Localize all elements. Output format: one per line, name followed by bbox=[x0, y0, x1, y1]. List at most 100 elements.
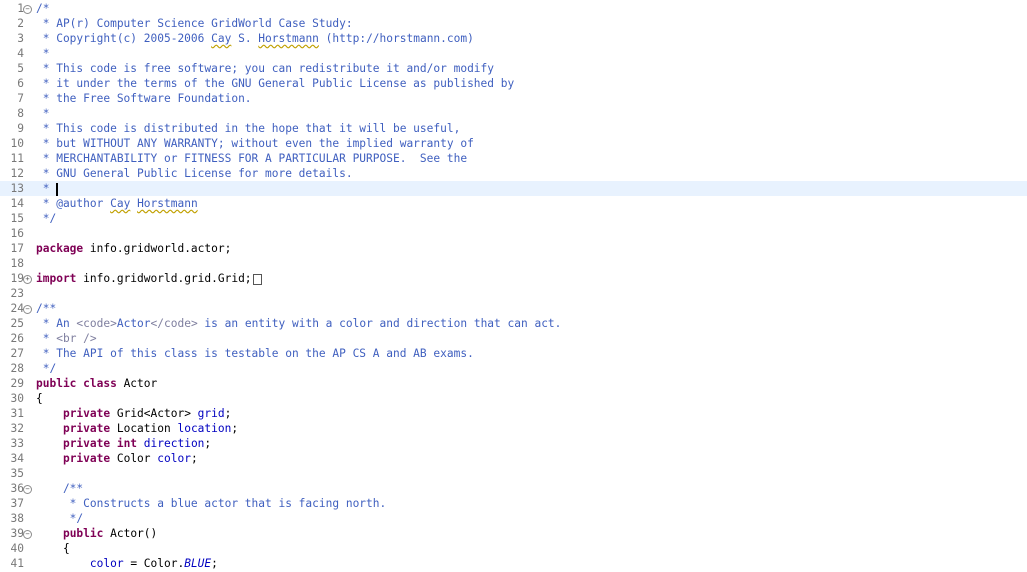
code-line[interactable]: 38 */ bbox=[0, 511, 1027, 526]
code-line[interactable]: 16 bbox=[0, 226, 1027, 241]
code-token: ; bbox=[211, 557, 218, 570]
line-number: 33 bbox=[10, 437, 24, 450]
code-text: /** bbox=[36, 481, 83, 496]
code-line[interactable]: 37 * Constructs a blue actor that is fac… bbox=[0, 496, 1027, 511]
code-line[interactable]: 6 * it under the terms of the GNU Genera… bbox=[0, 76, 1027, 91]
code-text: private Color color; bbox=[36, 451, 198, 466]
code-token: BLUE bbox=[184, 557, 212, 570]
code-token: color bbox=[157, 452, 191, 465]
code-line[interactable]: 18 bbox=[0, 256, 1027, 271]
code-line[interactable]: 36− /** bbox=[0, 481, 1027, 496]
code-line[interactable]: 35 bbox=[0, 466, 1027, 481]
line-number: 6 bbox=[17, 77, 24, 90]
code-line[interactable]: 7 * the Free Software Foundation. bbox=[0, 91, 1027, 106]
code-text: /* bbox=[36, 1, 49, 16]
line-number: 27 bbox=[10, 347, 24, 360]
code-token: /** bbox=[36, 302, 57, 315]
code-line[interactable]: 13 * bbox=[0, 181, 1027, 196]
code-token: </code> bbox=[150, 317, 198, 330]
code-token: color bbox=[89, 557, 124, 570]
code-line[interactable]: 2 * AP(r) Computer Science GridWorld Cas… bbox=[0, 16, 1027, 31]
code-line[interactable]: 19 + import info.gridworld.grid.Grid; bbox=[0, 271, 1027, 286]
code-line[interactable]: 26 * <br /> bbox=[0, 331, 1027, 346]
line-number: 16 bbox=[10, 227, 24, 240]
code-token: grid bbox=[197, 407, 225, 420]
code-token: public bbox=[62, 527, 104, 540]
code-line[interactable]: 4 * bbox=[0, 46, 1027, 61]
code-line[interactable]: 15 */ bbox=[0, 211, 1027, 226]
collapse-fold-icon[interactable]: − bbox=[23, 305, 32, 314]
code-line[interactable]: 11 * MERCHANTABILITY or FITNESS FOR A PA… bbox=[0, 151, 1027, 166]
collapse-fold-icon[interactable]: − bbox=[23, 5, 32, 14]
code-token: /* bbox=[36, 2, 50, 15]
code-line[interactable]: 17 package info.gridworld.actor; bbox=[0, 241, 1027, 256]
code-line[interactable]: 41 color = Color.BLUE; bbox=[0, 556, 1027, 571]
code-line[interactable]: 31 private Grid<Actor> grid; bbox=[0, 406, 1027, 421]
code-token: is an entity with a color and direction … bbox=[197, 317, 562, 330]
code-token: Cay bbox=[110, 197, 131, 210]
code-text: /** bbox=[36, 301, 56, 316]
code-token: Horstmann bbox=[137, 197, 198, 210]
code-line[interactable]: 1−/* bbox=[0, 1, 1027, 16]
code-line[interactable]: 8 * bbox=[0, 106, 1027, 121]
code-line[interactable]: 24−/** bbox=[0, 301, 1027, 316]
code-line[interactable]: 5 * This code is free software; you can … bbox=[0, 61, 1027, 76]
line-number: 39 bbox=[10, 527, 24, 540]
code-line[interactable]: 30 { bbox=[0, 391, 1027, 406]
code-text: * but WITHOUT ANY WARRANTY; without even… bbox=[36, 136, 474, 151]
code-text: * The API of this class is testable on t… bbox=[36, 346, 474, 361]
code-line[interactable]: 32 private Location location; bbox=[0, 421, 1027, 436]
code-text: private Location location; bbox=[36, 421, 238, 436]
code-text: * This code is distributed in the hope t… bbox=[36, 121, 461, 136]
line-number: 26 bbox=[10, 332, 24, 345]
line-number: 11 bbox=[10, 152, 24, 165]
code-line[interactable]: 27 * The API of this class is testable o… bbox=[0, 346, 1027, 361]
code-line[interactable]: 23 bbox=[0, 286, 1027, 301]
code-token: * AP(r) Computer Science GridWorld Case … bbox=[36, 17, 353, 30]
code-line[interactable]: 39− public Actor() bbox=[0, 526, 1027, 541]
code-line[interactable]: 12 * GNU General Public License for more… bbox=[0, 166, 1027, 181]
line-number: 4 bbox=[17, 47, 24, 60]
code-line[interactable]: 3 * Copyright(c) 2005-2006 Cay S. Horstm… bbox=[0, 31, 1027, 46]
collapse-fold-icon[interactable]: − bbox=[23, 530, 32, 539]
line-number: 30 bbox=[10, 392, 24, 405]
code-line[interactable]: 9 * This code is distributed in the hope… bbox=[0, 121, 1027, 136]
code-token: info.gridworld.actor; bbox=[83, 242, 232, 255]
code-token: location bbox=[177, 422, 232, 435]
code-token: ; bbox=[190, 452, 198, 465]
line-number: 19 bbox=[10, 272, 24, 285]
line-number: 24 bbox=[10, 302, 24, 315]
collapse-fold-icon[interactable]: − bbox=[23, 485, 32, 494]
code-token: * bbox=[36, 47, 50, 60]
code-line[interactable]: 10 * but WITHOUT ANY WARRANTY; without e… bbox=[0, 136, 1027, 151]
code-line[interactable]: 40 { bbox=[0, 541, 1027, 556]
code-token: public class bbox=[36, 377, 117, 390]
code-token: private bbox=[62, 407, 111, 420]
code-text: * This code is free software; you can re… bbox=[36, 61, 494, 76]
code-text: { bbox=[36, 391, 43, 406]
code-token: package bbox=[36, 242, 84, 255]
code-token: ; bbox=[204, 437, 212, 450]
code-line[interactable]: 33 private int direction; bbox=[0, 436, 1027, 451]
code-text: * the Free Software Foundation. bbox=[36, 91, 252, 106]
code-text: public Actor() bbox=[36, 526, 157, 541]
code-text: import info.gridworld.grid.Grid; bbox=[36, 271, 262, 286]
line-number: 32 bbox=[10, 422, 24, 435]
code-line[interactable]: 34 private Color color; bbox=[0, 451, 1027, 466]
code-token: <code> bbox=[76, 317, 117, 330]
code-line[interactable]: 29 public class Actor bbox=[0, 376, 1027, 391]
folded-imports-marker-icon[interactable] bbox=[252, 273, 262, 285]
code-editor[interactable]: 1−/* 2 * AP(r) Computer Science GridWorld… bbox=[0, 0, 1027, 572]
code-line[interactable]: 25 * An <code>Actor</code> is an entity … bbox=[0, 316, 1027, 331]
expand-fold-icon[interactable]: + bbox=[23, 275, 32, 284]
line-number: 28 bbox=[10, 362, 24, 375]
code-token: private int bbox=[62, 437, 138, 450]
code-line[interactable]: 28 */ bbox=[0, 361, 1027, 376]
code-token: * bbox=[36, 332, 57, 345]
code-line[interactable]: 14 * @author Cay Horstmann bbox=[0, 196, 1027, 211]
